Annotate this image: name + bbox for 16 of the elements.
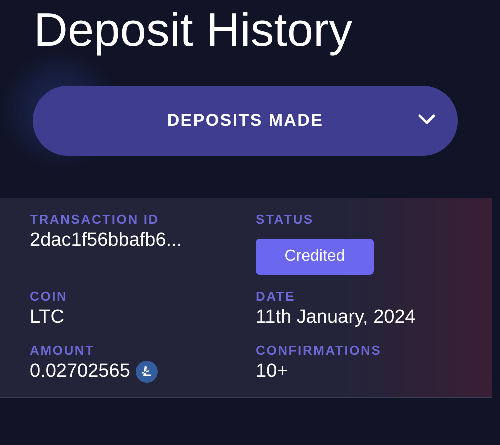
field-value: 2dac1f56bbafb6... [30, 230, 184, 252]
field-label: TRANSACTION ID [30, 212, 160, 227]
coin-icon [136, 361, 158, 383]
field-label: STATUS [256, 212, 315, 227]
page-title: Deposit History [33, 2, 354, 58]
field-value: 11th January, 2024 [256, 307, 417, 329]
field-value: 0.02702565 [30, 361, 130, 383]
field-label: COIN [30, 289, 69, 304]
status-badge: Credited [256, 239, 374, 275]
field-label: AMOUNT [30, 343, 96, 358]
field-label: DATE [256, 289, 297, 304]
deposits-dropdown[interactable]: DEPOSITS MADE [33, 86, 458, 156]
chevron-icon [418, 113, 436, 127]
field-value: 10+ [256, 361, 290, 383]
field-label: CONFIRMATIONS [256, 343, 383, 358]
field-value: LTC [30, 307, 66, 329]
